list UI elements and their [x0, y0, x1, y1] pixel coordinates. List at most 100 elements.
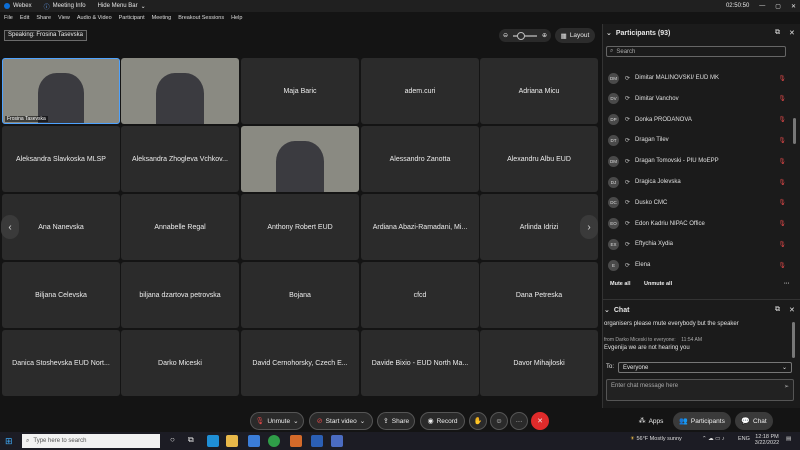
participant-tile[interactable]: cfcd: [361, 262, 479, 328]
next-page-button[interactable]: ›: [580, 215, 598, 239]
microphone-muted-icon[interactable]: 🎙: [778, 75, 786, 82]
participant-row[interactable]: DM ⟳ Dimitar MALINOVSKI/ EUD MK 🎙: [606, 71, 786, 85]
participant-scrollbar[interactable]: [793, 118, 796, 144]
menu-meeting[interactable]: Meeting: [152, 15, 172, 21]
microphone-muted-icon[interactable]: 🎙: [778, 116, 786, 123]
mail-icon[interactable]: [248, 435, 260, 447]
participant-tile[interactable]: adem.curi: [361, 58, 479, 124]
apps-button[interactable]: ⁂ Apps: [631, 412, 671, 430]
popout-icon[interactable]: ⧉: [775, 306, 780, 314]
leave-meeting-button[interactable]: ✕: [531, 412, 549, 430]
video-tile[interactable]: [121, 58, 239, 124]
participant-tile[interactable]: Bojana: [241, 262, 359, 328]
video-tile[interactable]: Frosina Tasevska: [2, 58, 120, 124]
maximize-button[interactable]: ▢: [775, 3, 781, 10]
weather-widget[interactable]: ☀ 56°F Mostly sunny: [630, 436, 682, 442]
chevron-down-icon[interactable]: ⌄: [360, 417, 365, 425]
meeting-info-button[interactable]: ⓘ Meeting Info: [44, 2, 86, 11]
microphone-muted-icon[interactable]: 🎙: [778, 179, 786, 186]
recipient-select[interactable]: Everyone ⌄: [618, 362, 792, 373]
layout-button[interactable]: ▦ Layout: [555, 28, 595, 43]
participant-row[interactable]: EX ⟳ Eftychia Xydia 🎙: [606, 237, 786, 251]
participant-tile[interactable]: Alessandro Zanotta: [361, 126, 479, 192]
chrome-icon[interactable]: [268, 435, 280, 447]
zoom-track[interactable]: [513, 31, 537, 40]
participant-tile[interactable]: Davide Bixio - EUD North Ma...: [361, 330, 479, 396]
participants-button[interactable]: 👥 Participants: [673, 412, 731, 430]
notifications-icon[interactable]: ▤: [786, 436, 791, 442]
microphone-muted-icon[interactable]: 🎙: [778, 158, 786, 165]
record-button[interactable]: ◉ Record: [420, 412, 465, 430]
chevron-down-icon[interactable]: ⌄: [604, 306, 610, 314]
microphone-muted-icon[interactable]: 🎙: [778, 137, 786, 144]
participant-tile[interactable]: Danica Stoshevska EUD Nort...: [2, 330, 120, 396]
close-chat-icon[interactable]: ✕: [789, 306, 795, 314]
zoom-handle[interactable]: [517, 31, 525, 40]
participant-row[interactable]: EO ⟳ Edon Kadriu NIPAC Office 🎙: [606, 217, 786, 231]
participant-row[interactable]: DC ⟳ Dusko CMC 🎙: [606, 196, 786, 210]
zoom-slider[interactable]: ⊖ ⊕: [499, 29, 551, 42]
participant-tile[interactable]: Aleksandra Slavkoska MLSP: [2, 126, 120, 192]
more-button[interactable]: ···: [510, 412, 528, 430]
microphone-muted-icon[interactable]: 🎙: [778, 241, 786, 248]
webex-taskbar-icon[interactable]: [331, 435, 343, 447]
taskbar-search-input[interactable]: ⌕ Type here to search: [22, 434, 160, 448]
participant-row[interactable]: DM ⟳ Dragan Tomovski - PIU MoEPP 🎙: [606, 154, 786, 168]
unmute-button[interactable]: 🎙 Unmute ⌄: [250, 412, 304, 430]
participant-tile[interactable]: Biljana Celevska: [2, 262, 120, 328]
popout-icon[interactable]: ⧉: [775, 29, 780, 37]
menu-share[interactable]: Share: [36, 15, 51, 21]
outlook-icon[interactable]: [290, 435, 302, 447]
participant-tile[interactable]: Ana Nanevska: [2, 194, 120, 260]
send-icon[interactable]: ➢: [784, 383, 789, 390]
hide-menu-bar-button[interactable]: Hide Menu Bar ⌄: [98, 3, 146, 10]
windows-start-icon[interactable]: ⊞: [5, 436, 13, 447]
menu-file[interactable]: File: [4, 15, 13, 21]
file-explorer-icon[interactable]: [226, 435, 238, 447]
word-icon[interactable]: [311, 435, 323, 447]
video-tile[interactable]: [241, 126, 359, 192]
microphone-muted-icon[interactable]: 🎙: [778, 199, 786, 206]
menu-audio-video[interactable]: Audio & Video: [77, 15, 112, 21]
participant-tile[interactable]: Ardiana Abazi-Ramadani, Mi...: [361, 194, 479, 260]
participant-tile[interactable]: Dana Petreska: [480, 262, 598, 328]
mute-all-button[interactable]: Mute all: [610, 281, 630, 287]
participant-row[interactable]: DV ⟳ Dimitar Vanchov 🎙: [606, 92, 786, 106]
chat-input[interactable]: Enter chat message here ➢: [606, 379, 794, 401]
microphone-muted-icon[interactable]: 🎙: [778, 220, 786, 227]
share-button[interactable]: ⇪ Share: [377, 412, 415, 430]
menu-participant[interactable]: Participant: [119, 15, 145, 21]
participant-tile[interactable]: Darko Miceski: [121, 330, 239, 396]
microphone-muted-icon[interactable]: 🎙: [778, 95, 786, 102]
raise-hand-button[interactable]: ✋: [469, 412, 487, 430]
unmute-all-button[interactable]: Unmute all: [644, 281, 672, 287]
close-button[interactable]: ✕: [791, 3, 796, 10]
chevron-down-icon[interactable]: ⌄: [606, 29, 612, 37]
minimize-button[interactable]: —: [759, 3, 765, 9]
cortana-icon[interactable]: ○: [170, 435, 175, 444]
language-indicator[interactable]: ENG: [738, 436, 750, 442]
participant-tile[interactable]: David Cernohorsky, Czech E...: [241, 330, 359, 396]
participant-tile[interactable]: Aleksandra Zhogleva Vchkov...: [121, 126, 239, 192]
participant-row[interactable]: DT ⟳ Dragan Tilev 🎙: [606, 133, 786, 147]
chevron-down-icon[interactable]: ⌄: [293, 417, 298, 425]
zoom-out-icon[interactable]: ⊖: [503, 32, 508, 39]
chat-toggle[interactable]: ⌄ Chat: [604, 306, 629, 315]
participant-tile[interactable]: Annabelle Regal: [121, 194, 239, 260]
participant-tile[interactable]: Anthony Robert EUD: [241, 194, 359, 260]
edge-icon[interactable]: [207, 435, 219, 447]
participant-row[interactable]: DJ ⟳ Dragica Jolevska 🎙: [606, 175, 786, 189]
menu-help[interactable]: Help: [231, 15, 242, 21]
menu-edit[interactable]: Edit: [20, 15, 29, 21]
participant-tile[interactable]: Maja Baric: [241, 58, 359, 124]
system-tray[interactable]: ⌃ ☁ ▭ ♪: [702, 436, 725, 442]
reactions-button[interactable]: ☺: [490, 412, 508, 430]
participant-row[interactable]: DP ⟳ Donka PRODANOVA 🎙: [606, 113, 786, 127]
close-panel-icon[interactable]: ✕: [789, 29, 795, 37]
clock[interactable]: 12:18 PM 3/22/2022: [754, 434, 780, 446]
menu-breakout-sessions[interactable]: Breakout Sessions: [178, 15, 224, 21]
participants-header[interactable]: ⌄ Participants (93): [606, 29, 670, 38]
zoom-in-icon[interactable]: ⊕: [542, 32, 547, 39]
participant-tile[interactable]: Alexandru Albu EUD: [480, 126, 598, 192]
participant-tile[interactable]: Adriana Micu: [480, 58, 598, 124]
